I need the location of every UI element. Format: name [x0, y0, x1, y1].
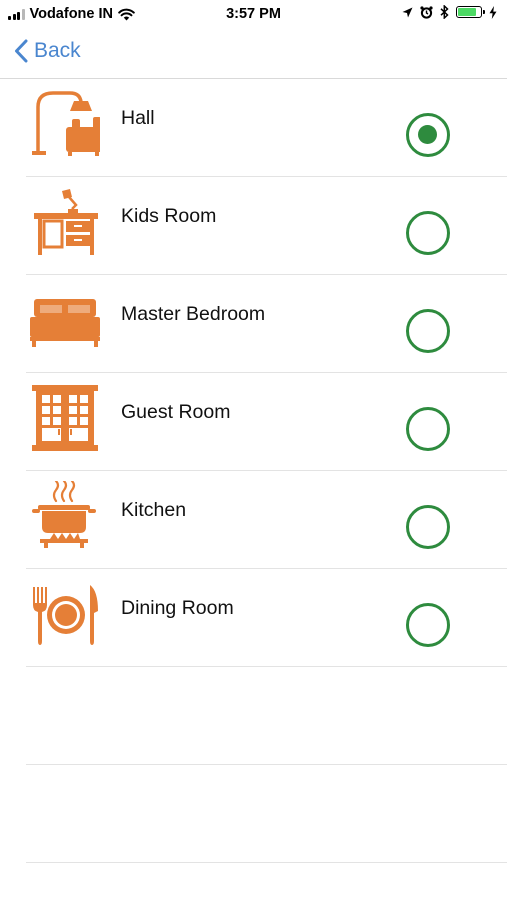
chevron-left-icon [15, 39, 28, 63]
room-label: Hall [121, 107, 155, 129]
back-button[interactable]: Back [14, 39, 81, 63]
radio-button[interactable] [406, 603, 450, 647]
charging-bolt-icon [489, 5, 497, 19]
room-row-hall[interactable]: Hall [26, 79, 507, 177]
room-label: Kitchen [121, 499, 187, 521]
room-list: Hall Kids Room Master Bedroom Guest Room… [0, 79, 507, 863]
room-row-guest-room[interactable]: Guest Room [26, 373, 507, 471]
room-label: Master Bedroom [121, 303, 266, 325]
room-row-master-bedroom[interactable]: Master Bedroom [26, 275, 507, 373]
room-row-dining-room[interactable]: Dining Room [26, 569, 507, 667]
navigation-bar: Back [0, 30, 507, 79]
battery-icon [456, 6, 485, 18]
cooking-pot-stove-icon [32, 481, 96, 548]
radio-button[interactable] [406, 309, 450, 353]
room-label: Guest Room [121, 401, 231, 423]
status-bar: Vodafone IN 3:57 PM [0, 0, 507, 30]
empty-list-row [26, 765, 507, 863]
radio-button[interactable] [406, 211, 450, 255]
room-row-kitchen[interactable]: Kitchen [26, 471, 507, 569]
room-label: Kids Room [121, 205, 217, 227]
bluetooth-icon [440, 5, 449, 19]
back-label: Back [34, 39, 81, 62]
double-bed-icon [30, 299, 100, 347]
status-right [402, 5, 497, 19]
radio-selected-dot [418, 125, 437, 144]
wardrobe-icon [32, 385, 98, 451]
study-desk-lamp-icon [34, 189, 98, 255]
empty-list-row [26, 667, 507, 765]
floor-lamp-armchair-icon [32, 91, 100, 156]
room-row-kids-room[interactable]: Kids Room [26, 177, 507, 275]
radio-button-selected[interactable] [406, 113, 450, 157]
location-arrow-icon [402, 7, 413, 17]
battery-level-fill [458, 8, 476, 16]
alarm-clock-icon [420, 5, 433, 19]
room-label: Dining Room [121, 597, 234, 619]
plate-fork-knife-icon [33, 585, 98, 645]
radio-button[interactable] [406, 407, 450, 451]
radio-button[interactable] [406, 505, 450, 549]
